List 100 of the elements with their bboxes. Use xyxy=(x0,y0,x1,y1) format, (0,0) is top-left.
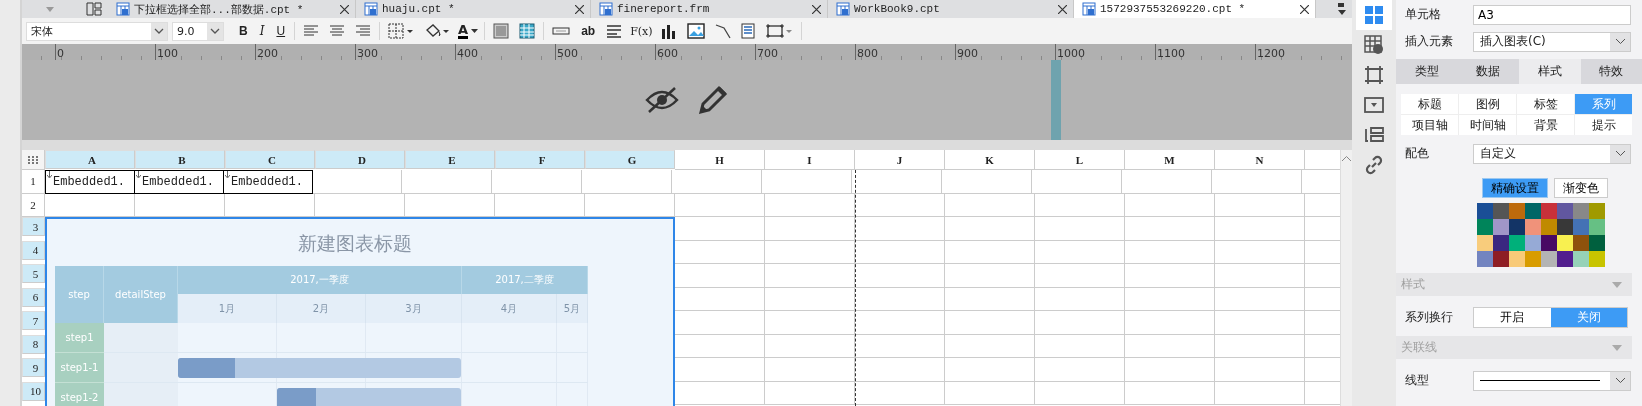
table-cell[interactable] xyxy=(1125,334,1215,358)
gantt-bar-segment[interactable] xyxy=(277,388,366,406)
color-swatch[interactable] xyxy=(1541,251,1557,267)
column-header[interactable]: M xyxy=(1125,150,1215,170)
color-swatch[interactable] xyxy=(1525,251,1541,267)
align-right-icon[interactable] xyxy=(355,24,372,38)
font-select[interactable]: 宋体 xyxy=(26,21,168,41)
cell-grid-icon[interactable] xyxy=(1356,0,1392,30)
table-cell[interactable] xyxy=(1035,311,1125,335)
file-tab[interactable]: 1572937553269220.cpt * xyxy=(1074,0,1316,18)
collapse-triangle-icon[interactable] xyxy=(1612,281,1622,288)
column-header[interactable]: D xyxy=(315,150,405,169)
style-tab[interactable]: 时间轴 xyxy=(1459,115,1516,135)
table-cell[interactable] xyxy=(1035,334,1125,358)
text-tool-button[interactable]: ab xyxy=(578,24,599,38)
color-swatch[interactable] xyxy=(1509,251,1525,267)
table-cell[interactable] xyxy=(1125,311,1215,335)
color-swatch[interactable] xyxy=(1589,203,1605,219)
color-swatch[interactable] xyxy=(1573,219,1589,235)
style-tab[interactable]: 标签 xyxy=(1517,94,1574,114)
column-header[interactable]: J xyxy=(855,150,945,170)
table-cell[interactable] xyxy=(1215,264,1305,288)
caret-icon[interactable] xyxy=(46,6,54,12)
table-cell[interactable] xyxy=(855,240,945,264)
table-cell[interactable] xyxy=(945,334,1035,358)
color-swatch[interactable] xyxy=(1557,235,1573,251)
color-swatch[interactable] xyxy=(1589,235,1605,251)
style-tab[interactable]: 项目轴 xyxy=(1401,115,1458,135)
table-cell[interactable] xyxy=(765,311,855,335)
align-center-icon[interactable] xyxy=(329,24,346,38)
image-icon[interactable] xyxy=(686,23,705,39)
format-button[interactable]: U xyxy=(273,24,289,38)
color-swatch[interactable] xyxy=(1525,203,1541,219)
color-swatch[interactable] xyxy=(1493,251,1509,267)
color-swatch[interactable] xyxy=(1573,203,1589,219)
color-swatch[interactable] xyxy=(1525,219,1541,235)
color-swatch[interactable] xyxy=(1589,251,1605,267)
table-cell[interactable] xyxy=(945,264,1035,288)
table-cell[interactable] xyxy=(672,170,762,194)
fill-bucket-icon[interactable] xyxy=(424,23,451,39)
color-scheme-dropdown[interactable]: 自定义 xyxy=(1473,143,1631,164)
table-cell[interactable] xyxy=(945,381,1035,405)
table-cell[interactable] xyxy=(765,264,855,288)
table-cell[interactable] xyxy=(1212,170,1302,194)
table-cell[interactable] xyxy=(942,170,1032,194)
table-cell[interactable] xyxy=(1125,217,1215,241)
table-cell[interactable] xyxy=(1215,287,1305,311)
table-cell[interactable] xyxy=(762,170,852,194)
table-cell[interactable] xyxy=(945,240,1035,264)
table-cell[interactable] xyxy=(855,358,945,382)
panel-tab[interactable]: 类型 xyxy=(1396,59,1458,84)
table-cell[interactable] xyxy=(945,311,1035,335)
table-cell[interactable] xyxy=(855,287,945,311)
column-header[interactable]: F xyxy=(495,150,585,169)
table-cell[interactable] xyxy=(1035,264,1125,288)
color-swatch[interactable] xyxy=(1493,235,1509,251)
table-cell[interactable] xyxy=(765,240,855,264)
table-cell[interactable] xyxy=(945,358,1035,382)
table-cell[interactable] xyxy=(1215,334,1305,358)
table-cell[interactable] xyxy=(492,170,582,194)
color-swatch[interactable] xyxy=(1573,251,1589,267)
toggle-option[interactable]: 开启 xyxy=(1474,308,1551,327)
format-button[interactable]: I xyxy=(256,24,268,38)
close-icon[interactable] xyxy=(575,4,584,14)
table-cell[interactable] xyxy=(945,193,1035,217)
row-header[interactable]: 3 xyxy=(22,217,45,236)
table-cell[interactable] xyxy=(855,381,945,405)
table-cell[interactable]: Embedded1. xyxy=(223,170,313,194)
table-grid-icon[interactable] xyxy=(519,23,536,39)
table-cell[interactable] xyxy=(855,264,945,288)
color-swatch[interactable] xyxy=(1493,203,1509,219)
color-swatch[interactable] xyxy=(1541,235,1557,251)
table-cell[interactable] xyxy=(765,287,855,311)
hidden-eye-icon[interactable] xyxy=(645,86,679,114)
table-cell[interactable] xyxy=(855,217,945,241)
table-cell[interactable]: Embedded1. xyxy=(134,170,224,194)
paragraph-icon[interactable] xyxy=(606,24,623,38)
table-cell[interactable]: Embedded1. xyxy=(45,170,135,194)
table-cell[interactable] xyxy=(1035,358,1125,382)
color-swatch[interactable] xyxy=(1557,251,1573,267)
row-header[interactable]: 8 xyxy=(22,334,45,354)
cell-icon[interactable] xyxy=(493,23,510,39)
row-header[interactable]: 6 xyxy=(22,287,45,307)
document-icon[interactable] xyxy=(740,23,755,39)
column-header[interactable]: I xyxy=(765,150,855,170)
table-cell[interactable] xyxy=(1215,240,1305,264)
table-cell[interactable] xyxy=(1215,217,1305,241)
table-cell[interactable] xyxy=(1125,381,1215,405)
page-boundary-bar[interactable] xyxy=(1051,60,1061,140)
style-tab[interactable]: 提示 xyxy=(1575,115,1632,135)
table-cell[interactable] xyxy=(1125,193,1215,217)
table-cell[interactable] xyxy=(1215,193,1305,217)
formula-button[interactable]: F(x) xyxy=(630,24,653,38)
color-swatch[interactable] xyxy=(1589,219,1605,235)
gantt-bar-segment[interactable] xyxy=(178,358,277,378)
color-mode-button[interactable]: 精确设置 xyxy=(1482,178,1548,198)
row-header[interactable]: 5 xyxy=(22,264,45,283)
column-header[interactable]: A xyxy=(45,150,135,169)
select-all-corner[interactable] xyxy=(22,150,45,170)
color-swatch[interactable] xyxy=(1509,219,1525,235)
